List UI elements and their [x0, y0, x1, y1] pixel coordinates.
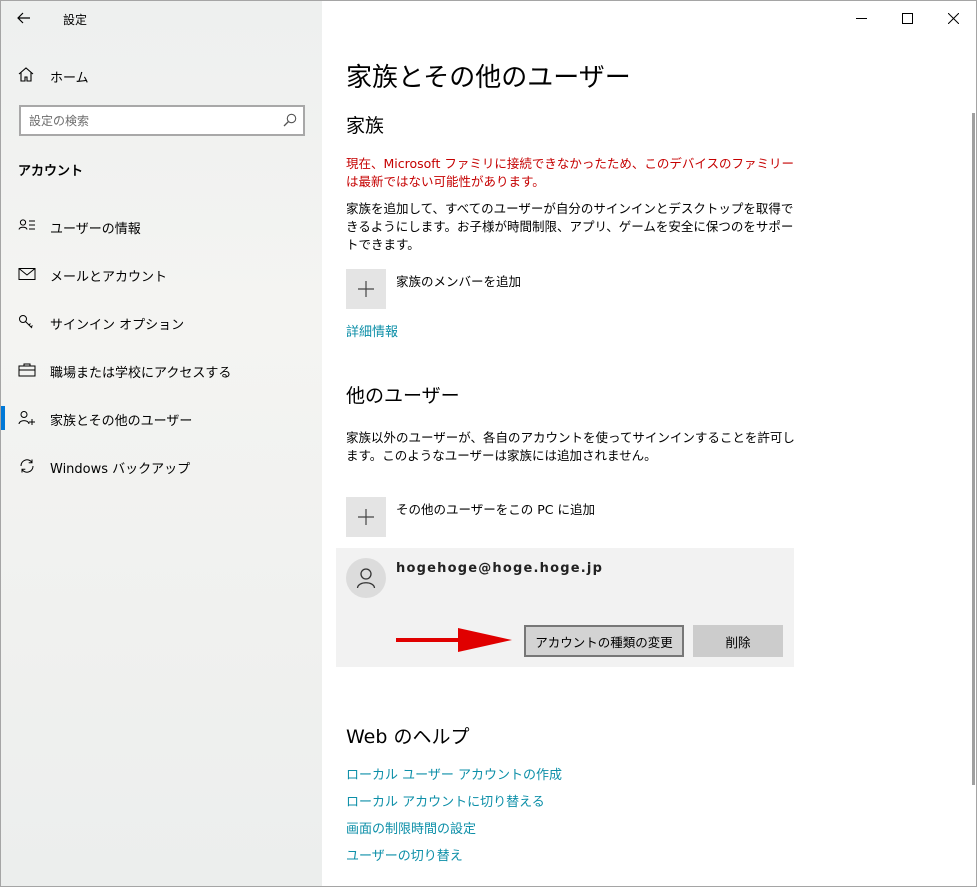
window-controls: [838, 1, 976, 35]
sidebar-item-label: 職場または学校にアクセスする: [50, 366, 232, 381]
sidebar-item-signin[interactable]: サインイン オプション: [1, 302, 322, 342]
home-icon: [18, 67, 34, 82]
search-box[interactable]: [19, 105, 305, 136]
search-input[interactable]: [29, 111, 269, 130]
sidebar-item-label: メールとアカウント: [50, 270, 168, 285]
briefcase-icon: [18, 363, 36, 377]
sidebar-item-label: サインイン オプション: [50, 318, 185, 333]
main-content: 家族とその他のユーザー 家族 現在、Microsoft ファミリに接続できなかっ…: [322, 1, 976, 886]
search-icon: [283, 113, 297, 127]
back-arrow-icon: [17, 12, 30, 24]
close-button[interactable]: [930, 1, 976, 35]
key-icon: [19, 315, 33, 329]
close-icon: [947, 12, 959, 24]
settings-window: 設定 ホーム アカウント ユーザーの情報: [0, 0, 977, 887]
person-add-icon: [18, 411, 35, 425]
help-link-switch-user[interactable]: ユーザーの切り替え: [346, 845, 463, 864]
sidebar-item-mail[interactable]: メールとアカウント: [1, 254, 322, 294]
plus-icon: [346, 497, 386, 537]
sidebar-item-backup[interactable]: Windows バックアップ: [1, 446, 322, 486]
sidebar-item-work-school[interactable]: 職場または学校にアクセスする: [1, 350, 322, 390]
maximize-icon: [901, 12, 913, 24]
other-users-heading: 他のユーザー: [346, 385, 460, 407]
add-other-user-button[interactable]: その他のユーザーをこの PC に追加: [346, 497, 626, 537]
titlebar-left: 設定: [1, 1, 322, 35]
sidebar-item-family[interactable]: 家族とその他のユーザー: [1, 398, 322, 438]
minimize-icon: [855, 17, 867, 19]
sidebar-item-label: ユーザーの情報: [50, 222, 141, 237]
section-title: アカウント: [18, 164, 84, 179]
help-link-switch-local-account[interactable]: ローカル アカウントに切り替える: [346, 791, 545, 810]
minimize-button[interactable]: [838, 1, 884, 35]
change-account-type-button[interactable]: アカウントの種類の変更: [524, 625, 684, 657]
add-family-member-button[interactable]: 家族のメンバーを追加: [346, 269, 586, 309]
sidebar-home[interactable]: ホーム: [1, 59, 322, 91]
maximize-button[interactable]: [884, 1, 930, 35]
help-link-screen-time[interactable]: 画面の制限時間の設定: [346, 818, 476, 837]
add-family-member-label: 家族のメンバーを追加: [396, 274, 522, 289]
sidebar-item-label: Windows バックアップ: [50, 462, 191, 477]
more-info-link[interactable]: 詳細情報: [346, 321, 398, 340]
add-other-user-label: その他のユーザーをこの PC に追加: [396, 502, 595, 517]
plus-icon: [346, 269, 386, 309]
sidebar: 設定 ホーム アカウント ユーザーの情報: [1, 1, 322, 886]
family-heading: 家族: [346, 115, 385, 137]
mail-icon: [18, 268, 36, 280]
family-warning: 現在、Microsoft ファミリに接続できなかったため、このデバイスのファミリ…: [346, 156, 794, 189]
delete-user-button[interactable]: 削除: [693, 625, 783, 657]
person-icon: [356, 568, 376, 589]
annotation-arrow-icon: [396, 628, 512, 652]
help-link-create-local-account[interactable]: ローカル ユーザー アカウントの作成: [346, 764, 562, 783]
app-title: 設定: [63, 13, 88, 27]
other-users-description: 家族以外のユーザーが、各自のアカウントを使ってサインインすることを許可します。こ…: [346, 430, 795, 463]
sidebar-item-label: 家族とその他のユーザー: [50, 414, 193, 429]
home-label: ホーム: [50, 71, 89, 86]
web-help-heading: Web のヘルプ: [346, 726, 470, 748]
user-email: hogehoge@hoge.hoge.jp: [396, 561, 604, 576]
scrollbar[interactable]: [972, 113, 975, 785]
sidebar-item-user-info[interactable]: ユーザーの情報: [1, 206, 322, 246]
back-button[interactable]: [11, 6, 37, 30]
page-title: 家族とその他のユーザー: [346, 63, 631, 93]
user-info-icon: [18, 219, 35, 230]
family-description: 家族を追加して、すべてのユーザーが自分のサインインとデスクトップを取得できるよう…: [346, 201, 794, 252]
avatar: [346, 558, 386, 598]
sync-icon: [20, 459, 34, 473]
